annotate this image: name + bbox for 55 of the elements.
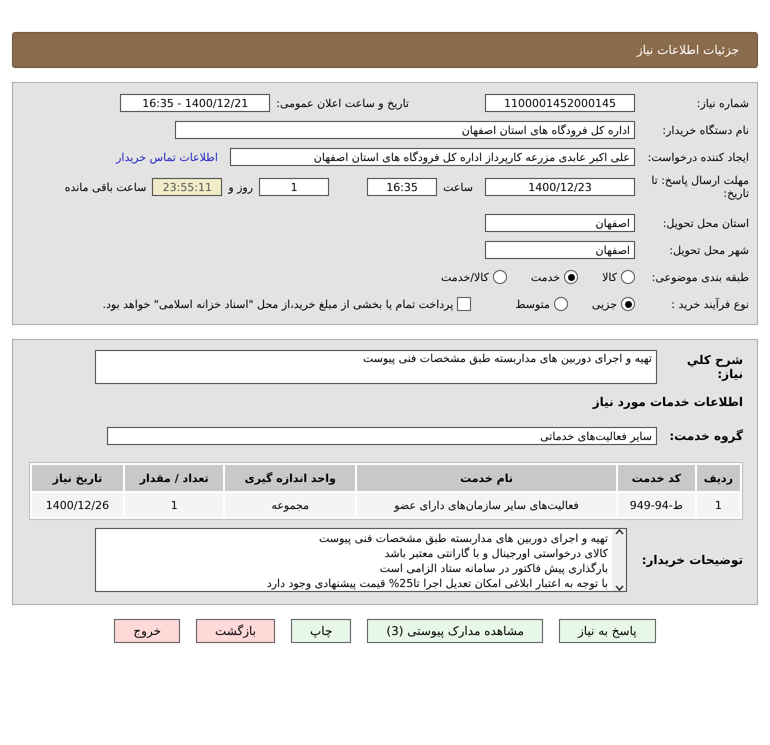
requester-field: علی اکبر عابدی مزرعه کارپرداز اداره کل فرودگاه های استان اصفهان <box>230 148 635 166</box>
time-field: 16:35 <box>367 178 438 196</box>
need-number-field: 1100001452000145 <box>485 94 635 112</box>
column-header: کد خدمت <box>618 465 695 491</box>
field-label: گروه خدمت: <box>668 429 743 443</box>
announce-date-field: 1400/12/21 - 16:35 <box>120 94 270 112</box>
column-header: تعداد / مقدار <box>124 465 224 491</box>
page-header: جزئیات اطلاعات نیاز <box>12 32 758 68</box>
radio-option[interactable]: جزیی <box>592 297 635 311</box>
column-header: واحد اندازه گیری <box>225 465 355 491</box>
field-label: طبقه بندی موضوعی: <box>650 270 749 284</box>
table-cell: فعالیت‌های سایر سازمان‌های دارای عضو <box>356 493 616 517</box>
action-button[interactable]: خروج <box>114 619 180 643</box>
radio-option[interactable]: کالا <box>602 270 635 284</box>
payment-checkbox[interactable]: پرداخت تمام یا بخشی از مبلغ خرید،از محل "اسناد خزانه اسلامی" خواهد بود. <box>102 297 472 311</box>
field-label: ساعت باقی مانده <box>64 180 146 194</box>
field-label: مهلت ارسال پاسخ: تا تاریخ: <box>650 174 749 200</box>
buyer-notes-field: تهیه و اجرای دوربین های مداربسته طبق مشخصات فنی پیوست کالای درخواستی اورجینال و با گارانتی معتبر باشد بارگذاری پیش فاکتور در سامانه ستاد الزامی است با توجه به اعتبار ابلاغی امکان تعدیل اجرا تا25% قیمت پیشنهادی وجود دارد <box>95 528 627 592</box>
field-label: ایجاد کننده درخواست: <box>646 150 749 164</box>
field-label: تاریخ و ساعت اعلان عمومی: <box>276 96 409 110</box>
action-button[interactable]: چاپ <box>291 619 352 643</box>
table-cell: 1 <box>696 493 740 517</box>
radio-option[interactable]: کالا/خدمت <box>441 270 507 284</box>
field-label: نام دستگاه خریدار: <box>661 124 749 136</box>
action-button[interactable]: پاسخ به نیاز <box>558 619 656 643</box>
section-title: اطلاعات خدمات مورد نیاز <box>591 395 743 409</box>
field-label: شماره نیاز: <box>696 96 749 110</box>
service-group-field: سایر فعالیت‌های خدماتی <box>107 427 657 445</box>
action-button[interactable]: مشاهده مدارک پیوستی (3) <box>367 619 543 643</box>
table-cell: ط-94-949 <box>618 493 695 517</box>
days-field: 1 <box>259 178 330 196</box>
city-field: اصفهان <box>485 241 635 259</box>
table-cell: 1 <box>124 493 224 517</box>
field-label: نوع فرآیند خرید : <box>670 298 749 310</box>
field-label: ساعت <box>443 180 473 194</box>
description-field: تهیه و اجرای دوربین های مداربسته طبق مشخصات فنی پیوست <box>95 350 657 384</box>
field-label: شرح کلي نياز: <box>686 353 743 381</box>
buyer-org-field: اداره کل فرودگاه های استان اصفهان <box>175 121 635 139</box>
radio-option[interactable]: خدمت <box>530 270 578 284</box>
column-header: نام خدمت <box>356 465 616 491</box>
field-label: روز و <box>228 180 254 194</box>
radio-option[interactable]: متوسط <box>515 297 568 311</box>
date-field: 1400/12/23 <box>485 178 635 196</box>
contact-link[interactable]: اطلاعات تماس خریدار <box>116 150 218 164</box>
table-cell: مجموعه <box>225 493 355 517</box>
field-label: شهر محل تحویل: <box>668 244 749 256</box>
action-button[interactable]: بازگشت <box>196 619 275 643</box>
scrollbar-drawing <box>612 529 626 591</box>
remaining-time-field: 23:55:11 <box>152 178 222 196</box>
column-header: تاریخ نیاز <box>32 465 123 491</box>
column-header: ردیف <box>696 465 740 491</box>
field-label: استان محل تحویل: <box>662 216 749 230</box>
field-label: توضیحات خریدار: <box>640 553 743 567</box>
province-field: اصفهان <box>485 214 635 232</box>
table-cell: 1400/12/26 <box>32 493 123 517</box>
